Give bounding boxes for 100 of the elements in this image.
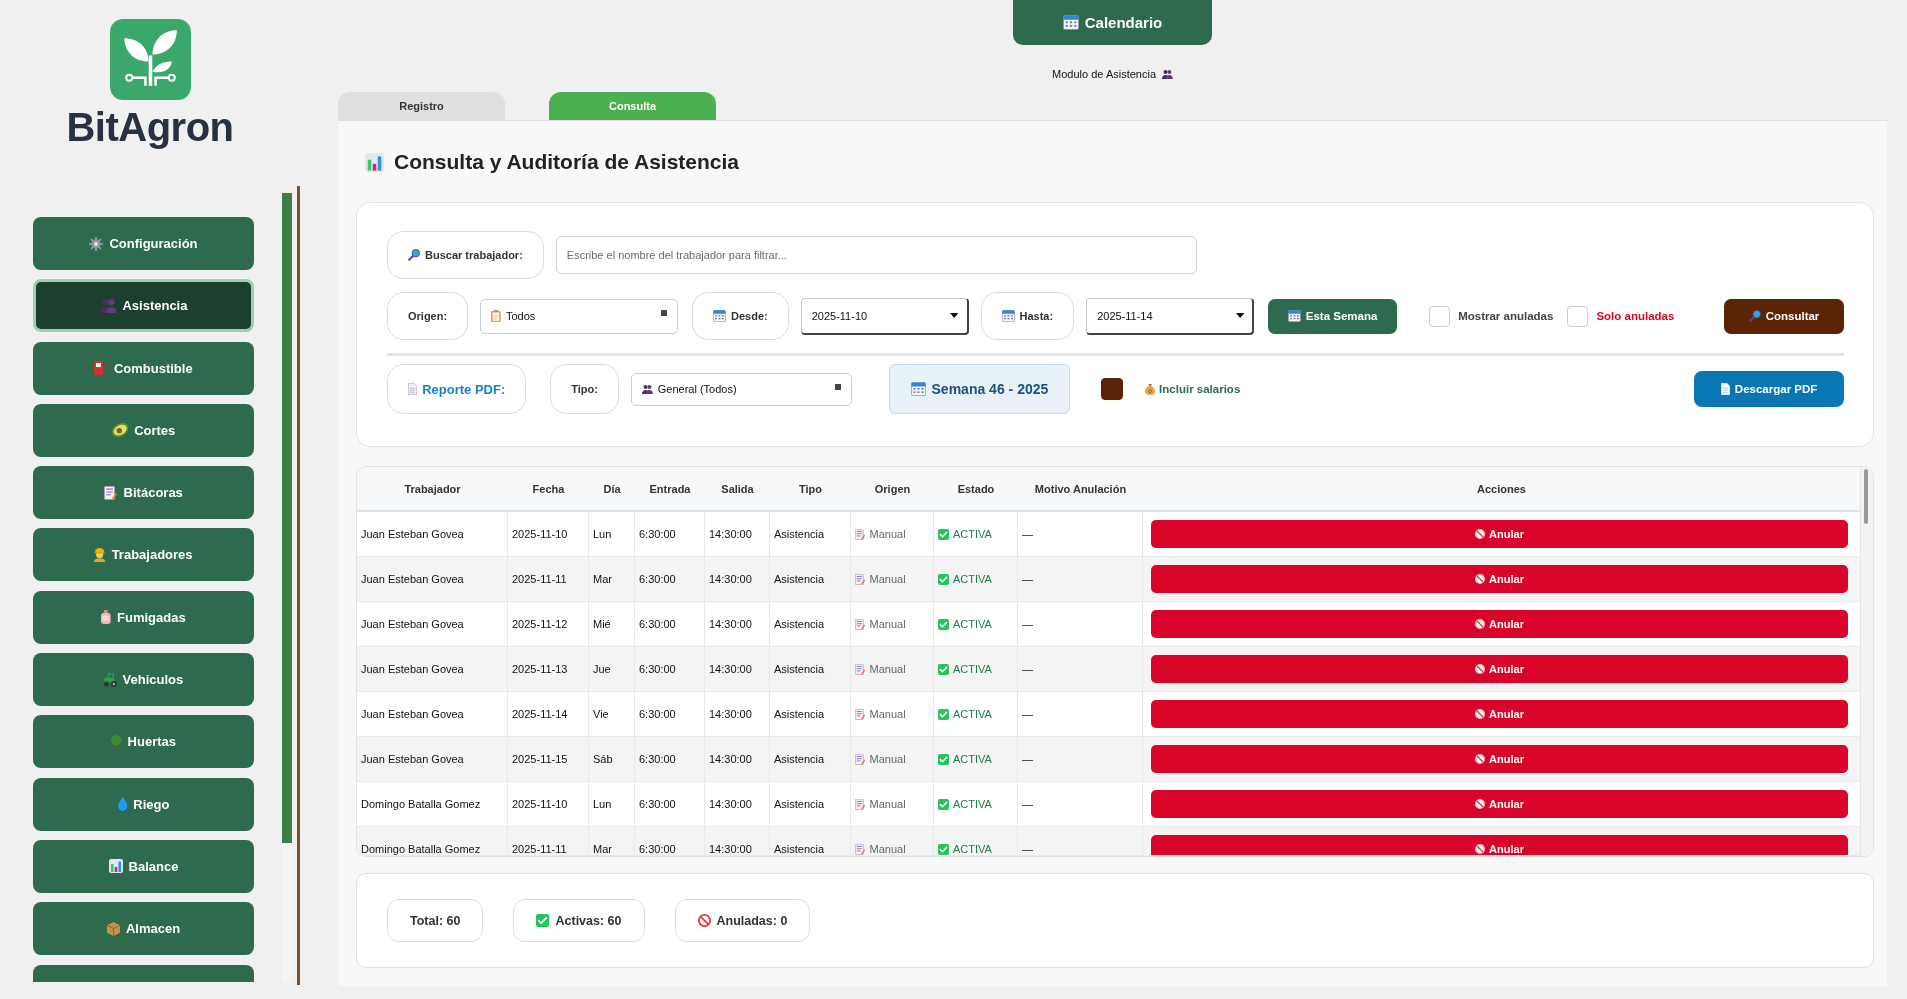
nav-button[interactable]: Combustible xyxy=(33,341,254,395)
origin-label: Manual xyxy=(869,528,906,540)
column-header: Motivo Anulación xyxy=(1033,481,1128,497)
prohibited-icon xyxy=(1475,664,1486,674)
scrollbar-thumb[interactable] xyxy=(282,193,292,843)
table-cell: 6:30:00 xyxy=(635,647,705,691)
table-cell: Juan Esteban Govea xyxy=(357,602,508,646)
tree-icon xyxy=(111,734,122,749)
void-button[interactable]: Anular xyxy=(1151,745,1848,773)
column-header: Fecha xyxy=(531,481,566,497)
status-label: ACTIVA xyxy=(953,618,992,630)
field-label: Buscar trabajador: xyxy=(425,249,523,261)
table-cell: Lun xyxy=(589,512,635,556)
table-cell: Juan Esteban Govea xyxy=(357,692,508,736)
table-cell: Asistencia xyxy=(770,827,851,855)
nav-button[interactable]: Fumigadas xyxy=(33,590,254,644)
void-button[interactable]: Anular xyxy=(1151,565,1848,593)
table-cell: 2025-11-13 xyxy=(508,647,589,691)
stat-text: Activas: 60 xyxy=(555,913,622,928)
report-type-select[interactable]: General (Todos) xyxy=(630,372,852,406)
document-icon xyxy=(1720,383,1730,395)
table-cell: — xyxy=(1018,602,1143,646)
table-cell: — xyxy=(1018,782,1143,826)
bottle-icon xyxy=(101,610,111,625)
table-cell: Mar xyxy=(589,557,635,601)
prohibited-icon xyxy=(1475,529,1486,539)
check-icon xyxy=(938,799,949,810)
column-header: Acciones xyxy=(1476,481,1527,497)
nav-button[interactable]: Bitácoras xyxy=(33,466,254,520)
caret-icon xyxy=(1235,313,1245,318)
calendar-icon xyxy=(1287,310,1301,322)
search-field[interactable]: Escribe el nombre del trabajador para filtrar... xyxy=(555,236,1197,274)
field-label: Reporte PDF: xyxy=(422,381,506,397)
nav-button[interactable]: Configuración xyxy=(33,217,254,270)
nav-button[interactable]: Riego xyxy=(33,777,254,831)
origin-label: Manual xyxy=(869,843,906,855)
nav-button[interactable]: Balance xyxy=(33,839,254,893)
memo-icon xyxy=(855,619,866,630)
nav-button[interactable]: Vehiculos xyxy=(33,653,254,707)
void-button[interactable]: Anular xyxy=(1151,520,1848,548)
table-cell: — xyxy=(1018,737,1143,781)
check-icon xyxy=(938,574,949,585)
table-cell: Asistencia xyxy=(770,647,851,691)
date-field[interactable]: 2025-11-10 xyxy=(800,297,969,335)
table-cell: — xyxy=(1018,512,1143,556)
money-bag-icon xyxy=(1144,383,1156,395)
nav-button[interactable]: Trabajadores xyxy=(33,528,254,582)
date-field[interactable]: 2025-11-14 xyxy=(1086,297,1255,335)
check-icon xyxy=(938,619,949,630)
search-icon xyxy=(1748,310,1761,322)
table-cell: Juan Esteban Govea xyxy=(357,737,508,781)
scrollbar-thumb[interactable] xyxy=(1864,469,1868,524)
check-icon xyxy=(938,529,949,540)
check-icon xyxy=(938,709,949,720)
this-week-button[interactable]: Esta Semana xyxy=(1268,298,1398,334)
memo-icon xyxy=(855,529,866,540)
table-cell: Asistencia xyxy=(770,737,851,781)
table-cell: Sáb xyxy=(589,737,635,781)
memo-icon xyxy=(855,754,866,765)
void-button[interactable]: Anular xyxy=(1151,835,1848,855)
column-header: Trabajador xyxy=(403,481,462,497)
checkbox[interactable] xyxy=(1100,378,1123,400)
query-button[interactable]: Consultar xyxy=(1724,298,1844,334)
memo-icon xyxy=(855,664,866,675)
table-cell: 14:30:00 xyxy=(705,827,770,855)
tab[interactable]: Registro xyxy=(338,92,505,120)
void-button[interactable]: Anular xyxy=(1151,790,1848,818)
table-cell: 6:30:00 xyxy=(635,557,705,601)
table-cell: Jue xyxy=(589,647,635,691)
check-icon xyxy=(938,754,949,765)
checkbox-label: Mostrar anuladas xyxy=(1458,310,1554,322)
table-cell: Juan Esteban Govea xyxy=(357,557,508,601)
nav-button[interactable] xyxy=(33,964,254,982)
nav-button[interactable]: Asistencia xyxy=(33,279,254,333)
nav-button[interactable]: Huertas xyxy=(33,715,254,769)
table-cell: Asistencia xyxy=(770,782,851,826)
stat-text: Anuladas: 0 xyxy=(716,913,788,928)
column-header: Día xyxy=(602,481,622,497)
table-cell: Juan Esteban Govea xyxy=(357,647,508,691)
bar-chart-icon xyxy=(365,152,384,172)
table-cell: Asistencia xyxy=(770,692,851,736)
calendar-button[interactable]: Calendario xyxy=(1013,0,1212,45)
origin-label: Manual xyxy=(869,798,906,810)
logo-icon xyxy=(109,19,191,100)
table-cell: 14:30:00 xyxy=(705,647,770,691)
origin-label: Manual xyxy=(869,708,906,720)
void-button[interactable]: Anular xyxy=(1151,655,1848,683)
origin-select[interactable]: Todos xyxy=(480,298,679,334)
people-icon xyxy=(641,384,653,394)
column-header: Estado xyxy=(956,481,996,497)
nav-button[interactable]: Cortes xyxy=(33,403,254,457)
void-button[interactable]: Anular xyxy=(1151,700,1848,728)
table-cell: Asistencia xyxy=(770,602,851,646)
memo-icon xyxy=(855,574,866,585)
nav-button[interactable]: Almacen xyxy=(33,902,254,956)
origin-label: Manual xyxy=(869,753,906,765)
void-button[interactable]: Anular xyxy=(1151,610,1848,638)
prohibited-icon xyxy=(1475,799,1486,809)
download-pdf-button[interactable]: Descargar PDF xyxy=(1694,371,1844,407)
caret-icon xyxy=(950,313,959,318)
